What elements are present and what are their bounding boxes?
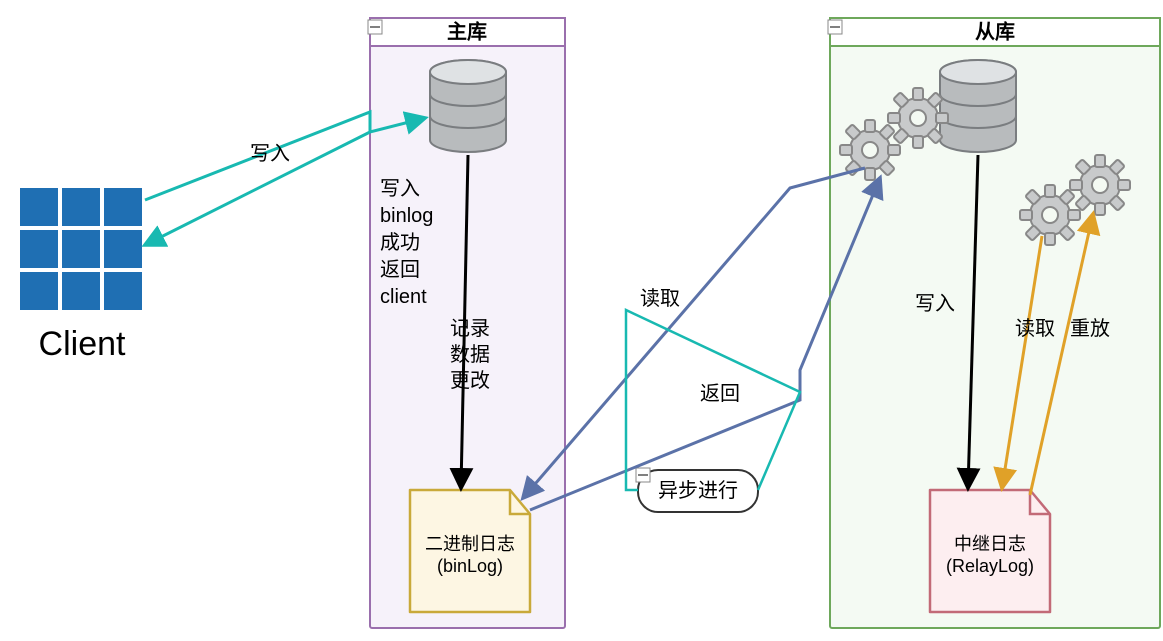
binlog-file-icon: 二进制日志 (binLog) [410,490,530,612]
rec2: 数据 [450,343,490,366]
return-label: 返回 [700,382,740,405]
rec3: 更改 [450,369,490,392]
wb4: 返回 [380,258,420,281]
binlog-line2: (binLog) [437,556,503,576]
wb1: 写入 [380,178,420,200]
async-label: 异步进行 [658,479,738,502]
read-label: 读取 [640,287,680,310]
master-title: 主库 [447,19,487,43]
slave-replay-label: 重放 [1070,317,1110,340]
rec1: 记录 [450,317,490,340]
async-box: 异步进行 [636,468,758,512]
relaylog-line2: (RelayLog) [946,556,1034,576]
slave-title: 从库 [975,19,1015,43]
write-label: 写入 [250,143,290,165]
wb5: client [380,286,427,308]
client-label: Client [39,325,126,363]
wb2: binlog [380,205,433,227]
slave-db-icon [940,60,1016,152]
slave-write-label: 写入 [915,293,955,315]
relaylog-line1: 中继日志 [954,534,1026,554]
wb3: 成功 [380,231,420,254]
binlog-line1: 二进制日志 [425,534,515,554]
client-icon [18,186,144,312]
slave-read-label: 读取 [1015,317,1055,340]
relaylog-file-icon: 中继日志 (RelayLog) [930,490,1050,612]
io-read-arrows [523,168,880,510]
master-db-icon [430,60,506,152]
